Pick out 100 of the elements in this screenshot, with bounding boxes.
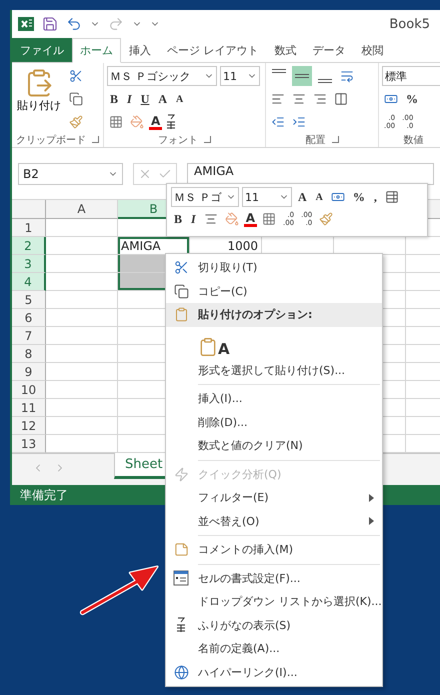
row-header[interactable]: 11 (12, 399, 46, 417)
row-header[interactable]: 1 (12, 219, 46, 237)
menu-item[interactable]: 形式を選択して貼り付け(S)... (166, 358, 382, 382)
paste-button[interactable]: 貼り付け (15, 66, 63, 132)
menu-item[interactable]: 削除(D)... (166, 410, 382, 434)
paint-bucket-icon (224, 212, 239, 226)
group-label: フォント (158, 134, 198, 146)
align-right-icon (313, 92, 327, 106)
row-header[interactable]: 3 (12, 255, 46, 273)
redo-icon (108, 16, 124, 32)
ribbon-tab[interactable]: ファイル (12, 38, 72, 62)
table-icon (384, 190, 399, 204)
paint-bucket-icon (130, 115, 144, 129)
lightning-icon (174, 466, 188, 482)
window-title: Book5 (389, 16, 430, 32)
copy-icon (174, 284, 188, 299)
wrap-text-icon (340, 69, 354, 83)
font-select[interactable]: ＭＳ Ｐゴシック (107, 66, 217, 86)
furigana-icon (175, 617, 187, 634)
menu-item[interactable]: セルの書式設定(F)... (166, 566, 382, 590)
grow-font-button[interactable]: A (295, 187, 310, 207)
shrink-font-button[interactable]: A (312, 187, 326, 207)
vertical-align-icon (318, 79, 332, 83)
scissors-icon (174, 260, 188, 276)
spreadsheet-logo-icon[interactable] (18, 16, 34, 32)
row-header[interactable]: 13 (12, 435, 46, 453)
save-icon (42, 16, 58, 32)
font-color-button[interactable]: A (244, 212, 257, 226)
name-box[interactable]: B2 (18, 162, 123, 184)
submenu-arrow-icon (369, 517, 374, 526)
ribbon-tab[interactable]: ホーム (72, 38, 121, 63)
submenu-arrow-icon (369, 494, 374, 502)
column-header[interactable]: A (46, 200, 118, 219)
grow-font-button[interactable]: A (155, 89, 170, 109)
style-button[interactable]: U (138, 89, 152, 109)
launcher-icon[interactable] (204, 136, 211, 143)
italic-button[interactable]: I (188, 209, 199, 229)
menu-item[interactable]: ふりがなの表示(S) (166, 614, 382, 637)
grid-icon (109, 115, 123, 129)
scissors-icon (69, 69, 83, 83)
menu-item[interactable]: ハイパーリンク(I)... (166, 660, 382, 684)
merge-icon (334, 92, 348, 106)
menu-item[interactable]: ドロップダウン リストから選択(K)... (166, 590, 382, 614)
brush-icon (69, 115, 83, 129)
row-header[interactable]: 2 (12, 237, 46, 255)
menu-item[interactable]: フィルター(E) (166, 486, 382, 510)
row-header[interactable]: 8 (12, 345, 46, 363)
menu-item[interactable]: コメントの挿入(M) (166, 538, 382, 562)
furigana-icon[interactable] (165, 114, 178, 130)
align-left-icon (271, 92, 285, 106)
row-header[interactable]: 4 (12, 273, 46, 291)
menu-item[interactable]: コピー(C) (166, 280, 382, 303)
copy-icon (69, 92, 83, 106)
clipboard-icon (198, 336, 218, 356)
indent-icon (292, 115, 306, 129)
row-header[interactable]: 12 (12, 417, 46, 435)
percent-button[interactable]: % (350, 187, 368, 207)
cell-format-icon (173, 570, 189, 586)
money-icon (330, 190, 345, 204)
align-center-icon (292, 92, 306, 106)
note-icon (174, 542, 188, 558)
group-label: クリップボード (16, 134, 86, 146)
row-header[interactable]: 7 (12, 327, 46, 345)
vertical-align-icon (272, 69, 286, 73)
style-button[interactable]: B (107, 89, 122, 109)
row-header[interactable]: 9 (12, 363, 46, 381)
shrink-font-button[interactable]: A (173, 89, 186, 109)
comma-button[interactable]: , (370, 187, 380, 207)
font-size-select[interactable]: 11 (220, 66, 260, 86)
font-size-select[interactable]: 11 (242, 187, 292, 207)
group-label: 数値 (404, 134, 424, 146)
undo-icon (66, 16, 82, 32)
table-cell: AMIGA (118, 237, 190, 255)
row-header[interactable]: 6 (12, 309, 46, 327)
status-text: 準備完了 (20, 486, 68, 504)
menu-item[interactable]: 切り取り(T) (166, 256, 382, 280)
align-center-icon (204, 212, 218, 226)
launcher-icon[interactable] (92, 136, 99, 143)
percent-button[interactable]: % (403, 89, 421, 109)
number-format-select[interactable]: 標準 (382, 66, 440, 86)
globe-link-icon (174, 664, 188, 680)
outdent-icon (271, 115, 285, 129)
group-label: 配置 (306, 134, 326, 146)
row-header[interactable]: 10 (12, 381, 46, 399)
vertical-align-icon (295, 74, 309, 78)
clipboard-icon (174, 307, 188, 322)
row-header[interactable]: 5 (12, 291, 46, 309)
menu-item[interactable]: 名前の定義(A)... (166, 637, 382, 660)
menu-item[interactable]: 並べ替え(O) (166, 510, 382, 533)
grid-icon (262, 212, 276, 226)
menu-item[interactable]: 挿入(I)... (166, 387, 382, 410)
font-select[interactable]: ＭＳ Ｐゴ (171, 187, 239, 207)
font-color-button[interactable]: A (149, 114, 162, 130)
paste-option-button[interactable]: A (198, 328, 230, 356)
launcher-icon[interactable] (332, 136, 338, 143)
brush-icon (319, 212, 334, 226)
menu-section-label: 貼り付けのオプション: (166, 303, 382, 326)
vertical-align-button[interactable] (292, 66, 312, 86)
style-button[interactable]: I (124, 89, 135, 109)
money-icon (384, 92, 398, 106)
